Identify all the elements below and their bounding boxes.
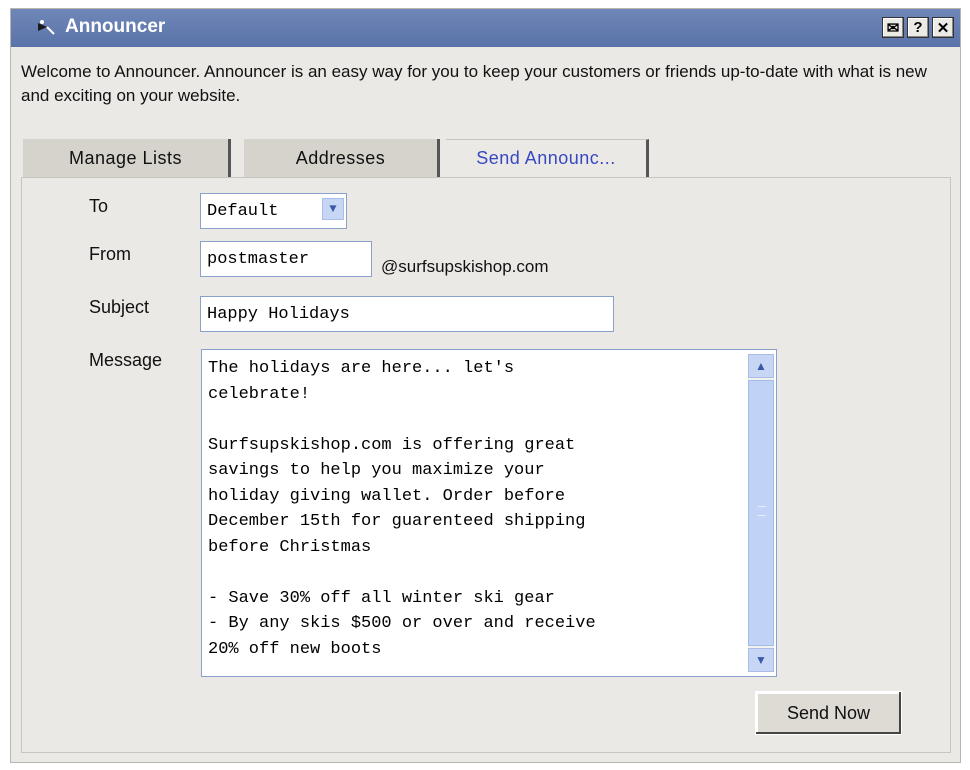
message-label: Message [89,350,163,370]
scroll-down-icon[interactable]: ▼ [748,648,774,672]
from-label: From [89,244,131,264]
from-input-value: postmaster [207,249,310,269]
to-label: To [89,196,109,216]
tab-manage-lists[interactable]: Manage Lists [23,139,231,177]
message-text: The holidays are here... let's celebrate… [208,359,596,659]
message-scrollbar[interactable]: ▲ ▼ [748,354,774,672]
from-input[interactable]: postmaster [200,241,372,277]
title-bar-buttons: ✉ ? ✕ [882,17,954,38]
tab-send-announcement[interactable]: Send Announc... [446,139,649,177]
to-select[interactable]: Default ▼ [200,193,347,229]
help-icon[interactable]: ? [907,17,929,38]
chevron-down-icon[interactable]: ▼ [322,198,344,220]
announcer-app-icon [38,20,55,35]
close-icon[interactable]: ✕ [932,17,954,38]
subject-input[interactable]: Happy Holidays [200,296,614,332]
scroll-up-icon[interactable]: ▲ [748,354,774,378]
intro-text: Welcome to Announcer. Announcer is an ea… [21,62,927,105]
subject-label: Subject [89,297,150,317]
send-now-button[interactable]: Send Now [755,691,902,735]
subject-input-value: Happy Holidays [207,304,350,324]
title-bar: Announcer ✉ ? ✕ [11,9,960,47]
to-select-value: Default [207,201,279,221]
tab-addresses[interactable]: Addresses [244,139,440,177]
window-title: Announcer [65,16,166,37]
envelope-icon[interactable]: ✉ [882,17,904,38]
scrollbar-thumb[interactable] [748,380,774,646]
from-domain: @surfsupskishop.com [381,257,549,276]
grip-icon [758,506,766,516]
message-textarea[interactable]: The holidays are here... let's celebrate… [201,349,777,677]
